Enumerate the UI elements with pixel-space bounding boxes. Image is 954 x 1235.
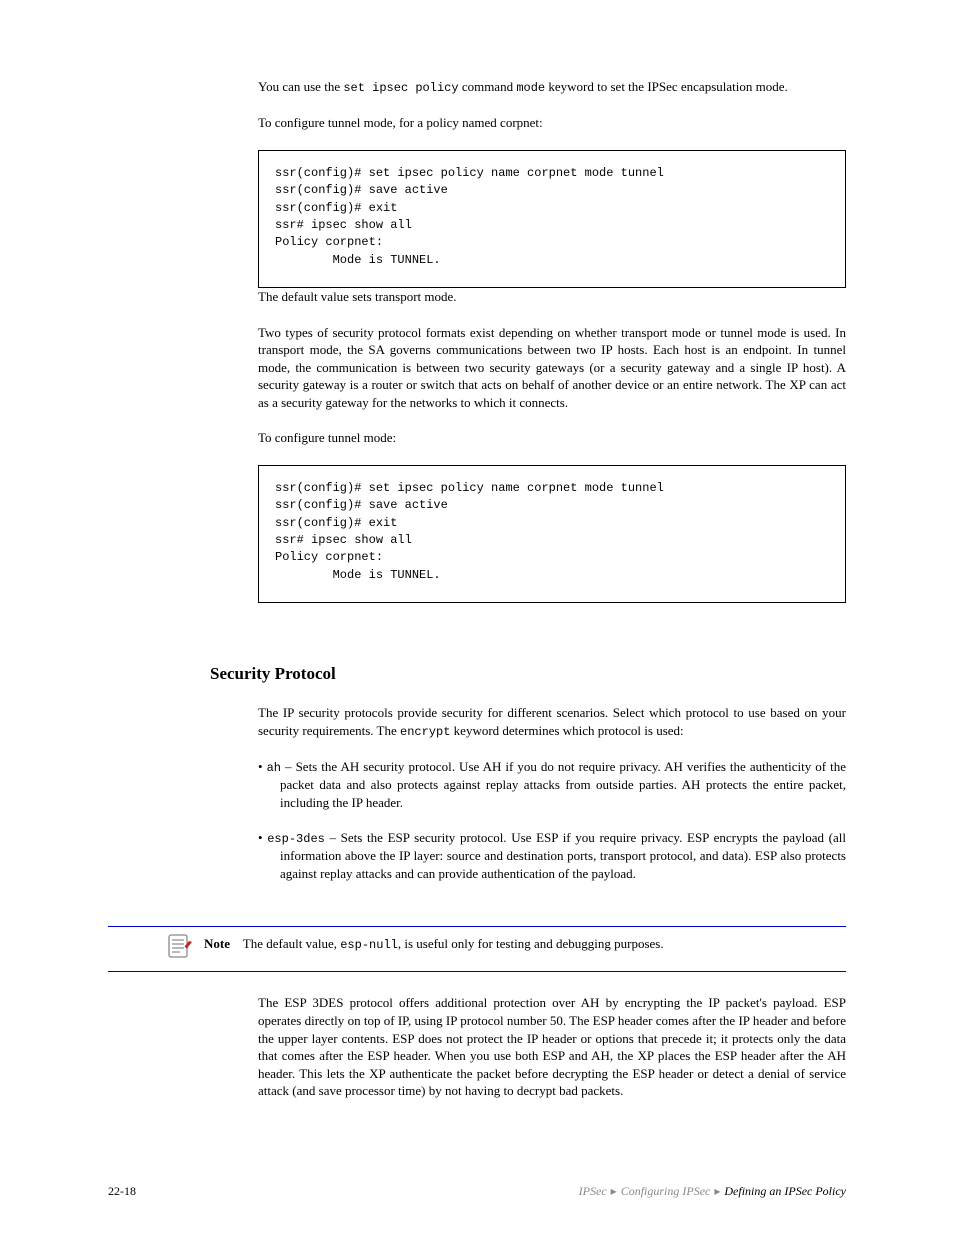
mid-paragraph-1: The default value sets transport mode. [258,288,846,306]
chevron-right-icon: ▸ [710,1184,724,1198]
esp3des-paragraph: The ESP 3DES protocol offers additional … [258,994,846,1099]
code2-line4: ssr# ipsec show all [275,533,412,547]
subheading-security-protocol: Security Protocol [210,663,846,686]
note-block: Note The default value, esp-null, is use… [108,926,846,972]
code1-line4: ssr# ipsec show all [275,218,412,232]
body-column: You can use the set ipsec policy command… [258,78,846,603]
code2-line3: ssr(config)# exit [275,516,397,530]
code1-line2: ssr(config)# save active [275,183,448,197]
page: You can use the set ipsec policy command… [0,0,954,1235]
code2-line1: ssr(config)# set ipsec policy name corpn… [275,481,664,495]
breadcrumb-1: IPSec [579,1184,607,1198]
keyword-encrypt: encrypt [400,725,450,739]
code1-line6: Mode is TUNNEL. [275,253,441,267]
intro-paragraph-2: To configure tunnel mode, for a policy n… [258,114,846,132]
code1-line3: ssr(config)# exit [275,201,397,215]
breadcrumb-3: Defining an IPSec Policy [724,1184,846,1198]
code2-line5: Policy corpnet: [275,550,383,564]
code-block-1: ssr(config)# set ipsec policy name corpn… [258,150,846,288]
note-text: Note The default value, esp-null, is use… [204,933,846,953]
security-protocol-body: The IP security protocols provide securi… [258,704,846,882]
sp-bullet-esp3des: • esp-3des – Sets the ESP security proto… [258,829,846,882]
page-number: 22-18 [108,1183,136,1199]
keyword-ah: ah [267,761,281,775]
code1-line1: ssr(config)# set ipsec policy name corpn… [275,166,664,180]
mid-paragraph-3: To configure tunnel mode: [258,429,846,447]
note-label: Note [204,936,230,951]
cmd-set-ipsec-policy: set ipsec policy [343,81,458,95]
keyword-esp-3des: esp-3des [267,832,325,846]
keyword-esp-null: esp-null [340,938,398,952]
note-icon [166,933,192,961]
sp-bullet-ah: • ah – Sets the AH security protocol. Us… [258,758,846,811]
keyword-mode: mode [516,81,545,95]
sp-intro-paragraph: The IP security protocols provide securi… [258,704,846,740]
code1-line5: Policy corpnet: [275,235,383,249]
breadcrumb-2: Configuring IPSec [621,1184,711,1198]
chevron-right-icon: ▸ [607,1184,621,1198]
mid-paragraph-2: Two types of security protocol formats e… [258,324,846,412]
code2-line2: ssr(config)# save active [275,498,448,512]
breadcrumb: IPSec▸Configuring IPSec▸Defining an IPSe… [579,1183,846,1199]
code-block-2: ssr(config)# set ipsec policy name corpn… [258,465,846,603]
note-icon-cell [108,933,204,961]
intro-paragraph-1: You can use the set ipsec policy command… [258,78,846,96]
note-row: Note The default value, esp-null, is use… [108,933,846,961]
code2-line6: Mode is TUNNEL. [275,568,441,582]
esp3des-column: The ESP 3DES protocol offers additional … [258,994,846,1099]
